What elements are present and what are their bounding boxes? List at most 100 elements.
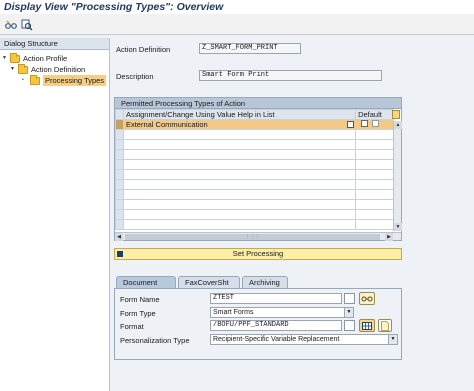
empty-cell[interactable]	[122, 199, 357, 210]
tab-archiving[interactable]: Archiving	[242, 276, 288, 288]
format-document-button[interactable]	[378, 319, 392, 332]
table-row[interactable]	[115, 179, 394, 190]
table-row[interactable]	[115, 189, 394, 200]
column-header-default[interactable]: Default	[355, 109, 394, 120]
tree-bullet-icon: •	[22, 77, 24, 83]
empty-cell[interactable]	[122, 129, 357, 140]
glasses-icon	[361, 296, 373, 301]
description-field[interactable]: Smart Form Print	[199, 70, 382, 81]
table-row[interactable]	[115, 199, 394, 210]
tab-faxcoversht[interactable]: FaxCoverSht	[178, 276, 240, 288]
row-selector[interactable]	[115, 149, 124, 160]
title-bar: Display View "Processing Types": Overvie…	[0, 0, 474, 14]
table-row[interactable]	[115, 129, 394, 140]
empty-cell[interactable]	[355, 169, 394, 180]
row-selector[interactable]	[115, 119, 124, 130]
empty-cell[interactable]	[122, 189, 357, 200]
tree-node-action-profile[interactable]: ▼ Action Profile	[2, 52, 67, 64]
format-value-help-button[interactable]	[344, 320, 355, 331]
empty-cell[interactable]	[355, 189, 394, 200]
empty-cell[interactable]	[122, 219, 357, 230]
tree-node-processing-types[interactable]: • Processing Types	[22, 74, 107, 86]
tree-node-label: Action Definition	[31, 65, 86, 74]
find-button[interactable]	[20, 18, 34, 32]
row-selector[interactable]	[115, 159, 124, 170]
empty-cell[interactable]	[355, 129, 394, 140]
column-header-assignment[interactable]: Assignment/Change Using Value Help in Li…	[122, 109, 357, 120]
set-processing-label: Set Processing	[232, 249, 284, 258]
form-name-field[interactable]: ZTEST	[210, 293, 342, 304]
scroll-right-arrow[interactable]: ▶	[385, 233, 393, 241]
tab-document[interactable]: Document	[116, 276, 176, 288]
empty-cell[interactable]	[355, 149, 394, 160]
empty-cell[interactable]	[122, 179, 357, 190]
row-selector[interactable]	[115, 179, 124, 190]
chevron-down-icon[interactable]: ▼	[388, 335, 397, 344]
table-row[interactable]	[115, 149, 394, 160]
table-row[interactable]	[115, 169, 394, 180]
default-checkbox-2[interactable]	[372, 120, 380, 127]
empty-cell[interactable]	[355, 219, 394, 230]
processing-types-table: Permitted Processing Types of Action Ass…	[114, 97, 402, 241]
format-grid-button[interactable]	[359, 319, 375, 332]
glasses-icon	[5, 20, 17, 29]
folder-open-icon	[18, 63, 28, 74]
format-field[interactable]: /BOFU/PPF_STANDARD	[210, 320, 342, 331]
document-icon	[381, 320, 389, 331]
form-editor-button[interactable]	[359, 292, 375, 305]
empty-cell[interactable]	[122, 149, 357, 160]
empty-cell[interactable]	[122, 169, 357, 180]
empty-cell[interactable]	[122, 209, 357, 220]
horizontal-scrollbar[interactable]: ◀ ⋮⋮⋮ ▶	[115, 232, 401, 241]
form-type-label: Form Type	[120, 309, 156, 318]
processing-type-value: External Communication	[125, 120, 208, 129]
personalization-type-label: Personalization Type	[120, 336, 190, 345]
default-checkbox[interactable]	[361, 120, 369, 127]
default-cell	[355, 119, 394, 130]
vertical-scrollbar[interactable]: ▲ ▼	[393, 121, 402, 231]
row-selector[interactable]	[115, 189, 124, 200]
empty-cell[interactable]	[355, 159, 394, 170]
set-processing-button[interactable]: Set Processing	[114, 248, 402, 260]
empty-cell[interactable]	[122, 159, 357, 170]
empty-cell[interactable]	[355, 179, 394, 190]
scroll-thumb[interactable]: ⋮⋮⋮	[125, 234, 380, 240]
row-selector[interactable]	[115, 219, 124, 230]
empty-cell[interactable]	[355, 139, 394, 150]
row-selector[interactable]	[115, 169, 124, 180]
table-row[interactable]	[115, 139, 394, 150]
grid-icon	[362, 321, 372, 330]
table-settings-icon[interactable]	[392, 110, 400, 119]
tree-expanded-icon[interactable]: ▼	[10, 64, 16, 75]
folder-open-icon	[10, 52, 20, 63]
tree-node-action-definition[interactable]: ▼ Action Definition	[10, 63, 86, 75]
select-all-cell[interactable]	[115, 109, 124, 120]
row-selector[interactable]	[115, 209, 124, 220]
table-row[interactable]	[115, 209, 394, 220]
scroll-left-arrow[interactable]: ◀	[115, 233, 123, 241]
processing-type-cell[interactable]: External Communication	[122, 119, 357, 130]
chevron-down-icon[interactable]: ▼	[344, 308, 353, 317]
row-selector[interactable]	[115, 199, 124, 210]
scroll-up-arrow[interactable]: ▲	[394, 121, 402, 129]
main-content: Action Definition Z_SMART_FORM_PRINT Des…	[111, 38, 474, 391]
dialog-structure-tree: Dialog Structure ▼ Action Profile ▼ Acti…	[0, 38, 110, 391]
table-row[interactable]: External Communication	[115, 119, 394, 130]
empty-cell[interactable]	[122, 139, 357, 150]
personalization-type-dropdown[interactable]: Recipient-Specific Variable Replacement …	[210, 334, 398, 345]
form-name-value-help-button[interactable]	[344, 293, 355, 304]
scroll-down-arrow[interactable]: ▼	[394, 223, 402, 231]
action-definition-field[interactable]: Z_SMART_FORM_PRINT	[199, 43, 301, 54]
table-title: Permitted Processing Types of Action	[115, 98, 401, 109]
value-help-icon[interactable]	[347, 121, 355, 128]
row-selector[interactable]	[115, 139, 124, 150]
action-definition-label: Action Definition	[116, 45, 171, 54]
empty-cell[interactable]	[355, 209, 394, 220]
table-row[interactable]	[115, 159, 394, 170]
display-change-button[interactable]	[4, 18, 18, 32]
row-selector[interactable]	[115, 129, 124, 140]
form-type-dropdown[interactable]: Smart Forms ▼	[210, 307, 354, 318]
tree-expanded-icon[interactable]: ▼	[2, 53, 8, 64]
table-row[interactable]	[115, 219, 394, 230]
empty-cell[interactable]	[355, 199, 394, 210]
